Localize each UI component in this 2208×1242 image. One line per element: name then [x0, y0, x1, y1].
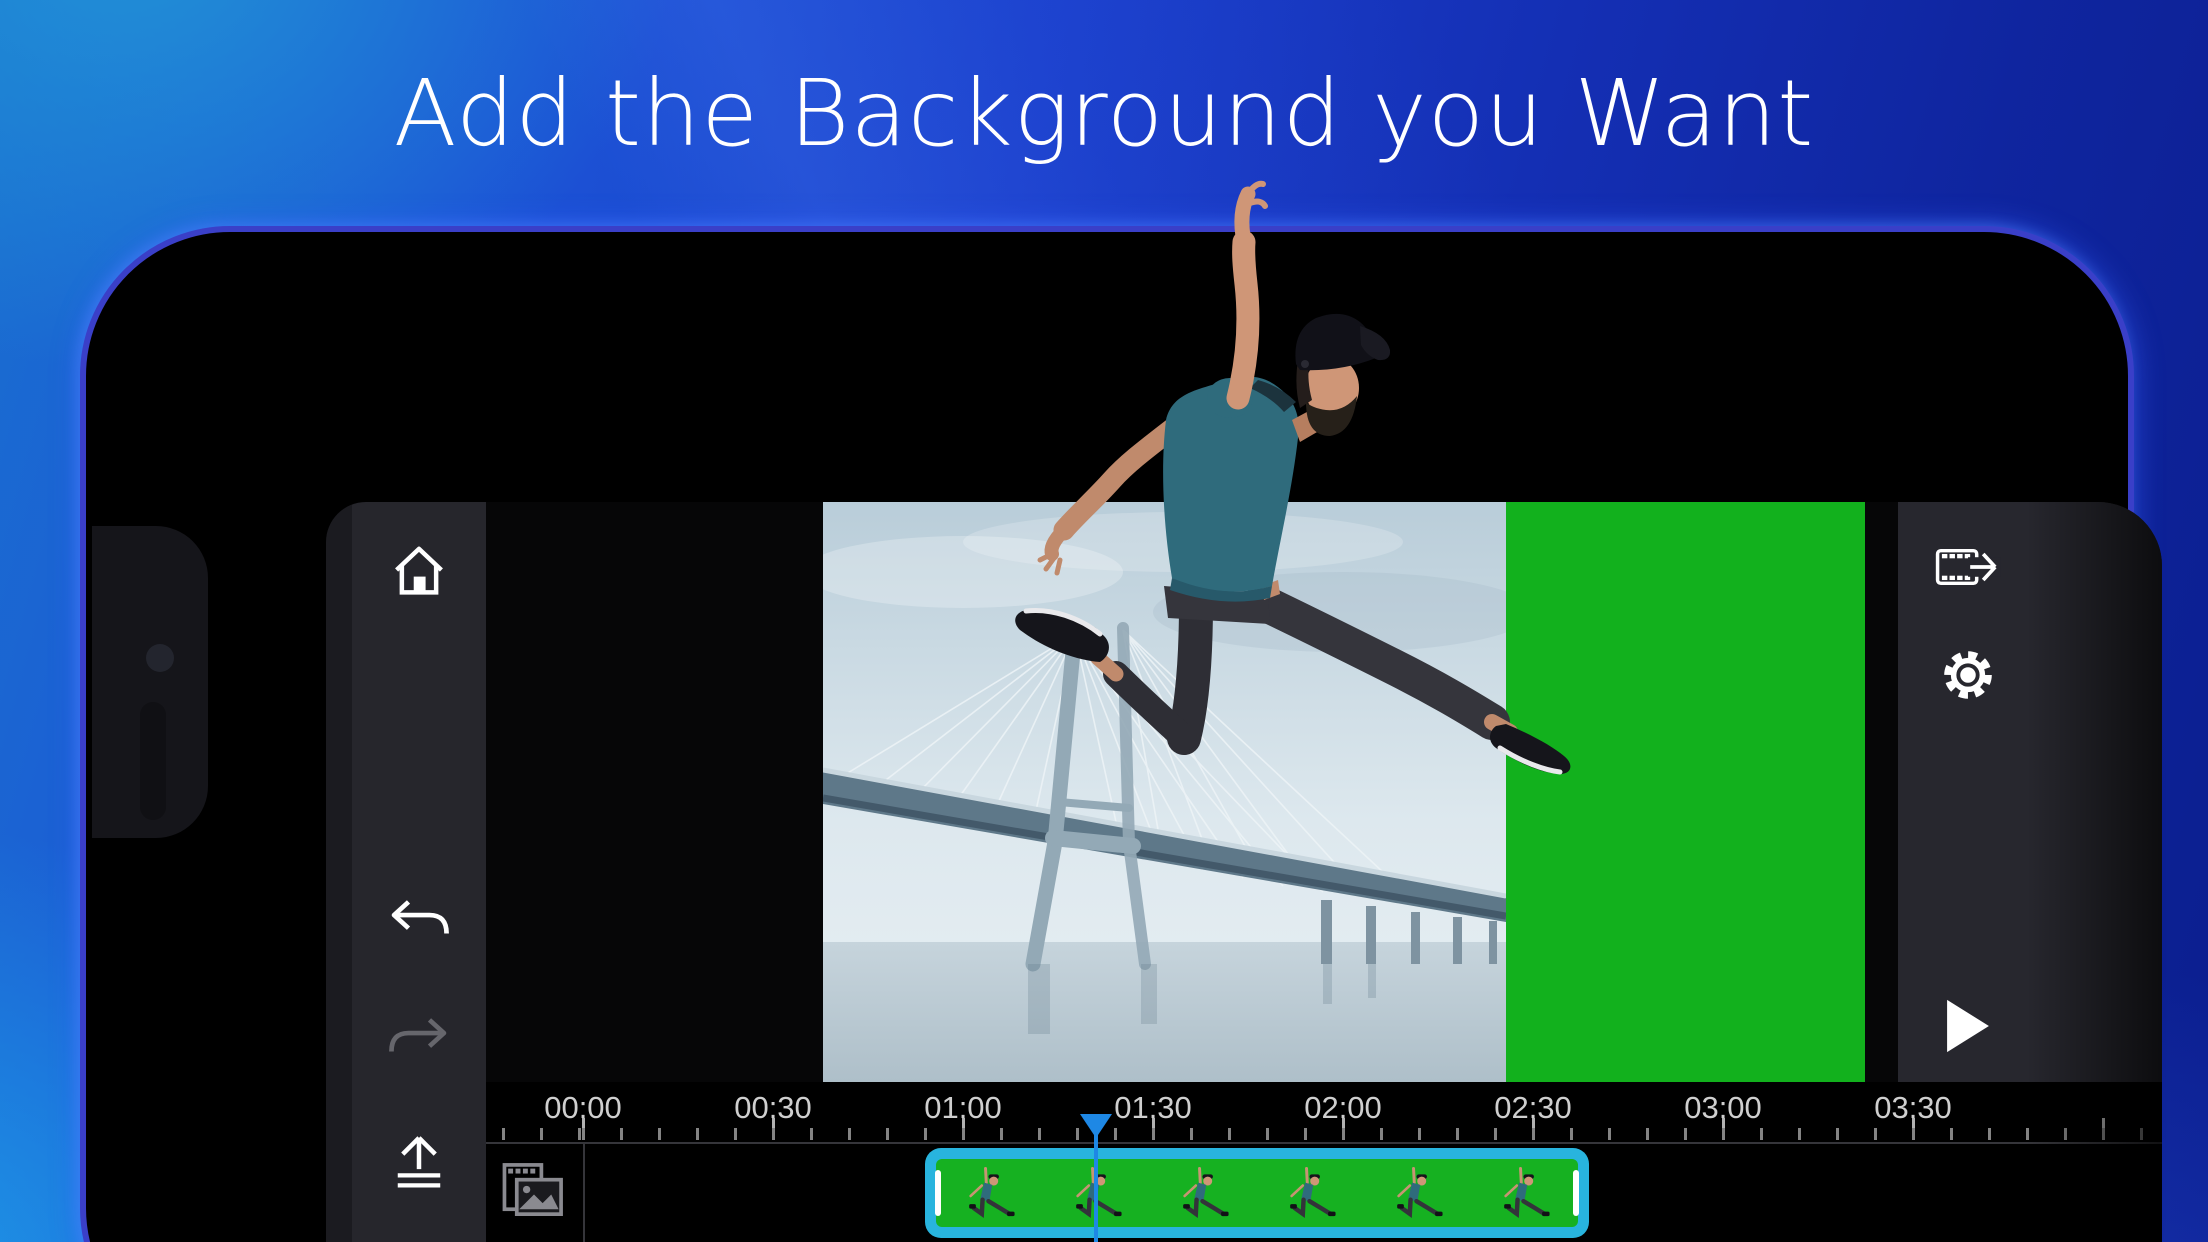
trim-handle-left[interactable]	[935, 1170, 941, 1216]
timeline-ruler[interactable]: 00:00 00:30 01:00 01:30 02:00 02:30 03:0…	[486, 1082, 2162, 1142]
produce-button[interactable]	[1928, 542, 2008, 592]
bezel-shade-left	[326, 502, 352, 1242]
undo-icon	[387, 898, 451, 940]
upload-icon	[389, 1132, 449, 1190]
settings-button[interactable]	[1928, 644, 2008, 706]
front-camera	[146, 644, 174, 672]
timeline-tracks: 1	[486, 1142, 2162, 1242]
divider	[583, 1142, 585, 1242]
playhead[interactable]	[1094, 1124, 1098, 1242]
camera-notch	[92, 526, 208, 838]
green-screen-clip[interactable]	[925, 1148, 1589, 1238]
ruler-minor-ticks	[486, 1128, 2162, 1140]
right-panel	[1898, 502, 2162, 1082]
left-sidebar	[352, 502, 486, 1242]
play-icon	[1945, 998, 1991, 1054]
redo-icon	[387, 1016, 451, 1058]
divider	[486, 1142, 2162, 1144]
home-icon	[390, 542, 448, 598]
main-track-header[interactable]	[502, 1162, 566, 1222]
speaker-slot	[140, 702, 166, 820]
redo-button[interactable]	[352, 1016, 486, 1058]
home-button[interactable]	[352, 542, 486, 598]
produce-export-icon	[1935, 542, 2001, 592]
clip-thumbnails	[936, 1159, 1578, 1227]
promo-page: Add the Background you Want	[0, 0, 2208, 1242]
trim-handle-right[interactable]	[1573, 1170, 1579, 1216]
undo-button[interactable]	[352, 898, 486, 940]
media-track-icon	[502, 1162, 566, 1222]
settings-gear-icon	[1937, 644, 1999, 706]
upload-button[interactable]	[352, 1132, 486, 1190]
jumping-man-cutout	[1000, 150, 1600, 810]
play-button[interactable]	[1928, 998, 2008, 1054]
